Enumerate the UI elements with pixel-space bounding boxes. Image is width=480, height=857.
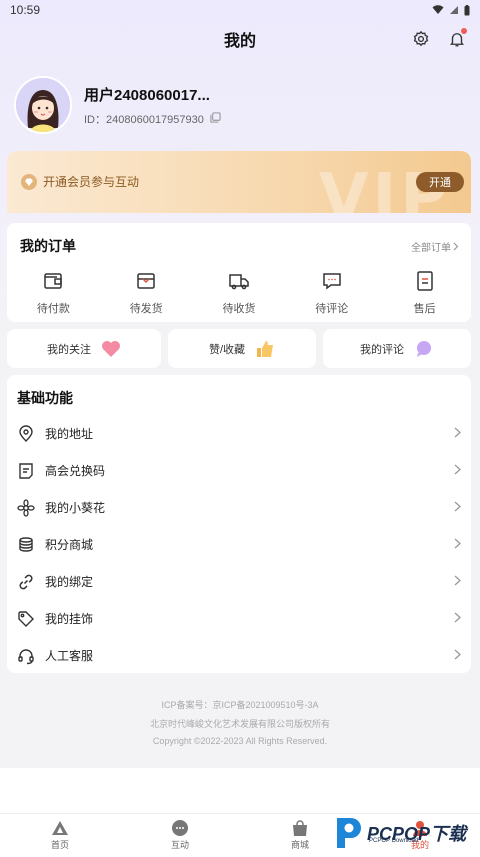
status-time: 10:59 xyxy=(10,3,41,17)
header: 我的 xyxy=(0,24,480,54)
basic-functions-title: 基础功能 xyxy=(17,390,73,406)
diamond-icon xyxy=(21,173,37,190)
tab-label: 首页 xyxy=(50,840,69,850)
username: 用户2408060017... xyxy=(84,86,210,104)
order-label: 待付款 xyxy=(36,303,70,315)
chevron-right-icon xyxy=(454,464,461,475)
ticket-icon xyxy=(19,462,33,479)
chevron-right-icon xyxy=(454,649,461,660)
tab-home[interactable]: 首页 xyxy=(0,814,120,857)
pcpop-watermark: PCPOP下载 PCPOP Download xyxy=(333,814,466,852)
pcpop-watermark-subtext: PCPOP Download xyxy=(369,838,419,844)
my-follow-label: 我的关注 xyxy=(47,343,91,356)
coins-icon xyxy=(19,536,33,552)
wallet-icon xyxy=(44,273,63,289)
menu-item-label: 我的小葵花 xyxy=(45,501,106,515)
copyright-notice: Copyright ©2022-2023 All Rights Reserved… xyxy=(152,736,328,746)
menu-item-label: 我的绑定 xyxy=(45,575,94,589)
signal-icon xyxy=(450,6,458,14)
menu-item-label: 我的挂饰 xyxy=(45,612,94,626)
headset-icon xyxy=(18,648,34,664)
chevron-right-icon xyxy=(454,575,461,586)
order-after-sales[interactable]: 售后 xyxy=(385,270,465,316)
battery-icon xyxy=(464,4,470,15)
menu-item-label: 高会兑换码 xyxy=(45,464,106,478)
menu-item-pendant[interactable]: 我的挂饰 xyxy=(7,600,471,637)
copy-icon xyxy=(210,111,221,123)
menu-item-redeem-code[interactable]: 高会兑换码 xyxy=(7,452,471,489)
my-follow-button[interactable]: 我的关注 xyxy=(7,329,161,368)
order-label: 待发货 xyxy=(129,303,163,315)
chevron-right-icon xyxy=(453,242,459,250)
vip-text: 开通会员参与互动 xyxy=(43,175,140,189)
settings-button[interactable] xyxy=(410,28,432,50)
company-copyright: 北京时代峰峻文化艺术发展有限公司版权所有 xyxy=(149,719,330,729)
link-icon xyxy=(19,574,33,589)
aftersale-icon xyxy=(416,271,433,291)
tab-label: 互动 xyxy=(170,840,189,850)
notification-button[interactable] xyxy=(446,28,468,50)
user-id: ID：2408060017957930 xyxy=(84,113,204,126)
order-pending-review[interactable]: 待评论 xyxy=(292,270,372,316)
package-icon xyxy=(137,273,155,289)
menu-item-label: 积分商城 xyxy=(45,538,94,552)
vip-open-button[interactable]: 开通 xyxy=(416,172,464,192)
chat-bubble-icon xyxy=(417,340,431,357)
likes-favorites-label: 赞/收藏 xyxy=(208,343,246,356)
tag-icon xyxy=(18,610,34,627)
copy-button[interactable] xyxy=(210,111,221,126)
vip-banner[interactable]: VIP 开通会员参与互动 开通 xyxy=(7,151,471,213)
pcpop-logo-icon xyxy=(337,818,361,848)
all-orders-label: 全部订单 xyxy=(411,242,451,254)
status-bar: 10:59 xyxy=(0,0,480,20)
wifi-icon xyxy=(432,5,444,14)
page-title: 我的 xyxy=(223,33,256,50)
notification-dot xyxy=(461,28,467,34)
basic-functions-card: 基础功能 我的地址 高会兑换码 我的小葵花 积分商城 我的绑定 我的挂饰 人工客… xyxy=(7,375,471,673)
tab-label: 商城 xyxy=(290,840,309,850)
my-comments-button[interactable]: 我的评论 xyxy=(323,329,471,368)
menu-item-sunflower[interactable]: 我的小葵花 xyxy=(7,489,471,526)
flower-icon xyxy=(17,498,35,517)
orders-card: 我的订单 全部订单 待付款 待发货 待收货 待评论 售后 xyxy=(7,223,471,322)
order-pending-receipt[interactable]: 待收货 xyxy=(199,270,279,316)
shopping-bag-icon xyxy=(293,820,307,836)
comment-icon xyxy=(323,273,341,290)
order-label: 售后 xyxy=(413,303,436,315)
order-label: 待收货 xyxy=(222,303,256,315)
menu-item-customer-service[interactable]: 人工客服 xyxy=(7,637,471,674)
chevron-right-icon xyxy=(454,501,461,512)
chevron-right-icon xyxy=(454,538,461,549)
my-comments-label: 我的评论 xyxy=(360,343,404,356)
menu-item-label: 我的地址 xyxy=(45,427,94,441)
truck-icon xyxy=(229,274,249,290)
order-pending-payment[interactable]: 待付款 xyxy=(13,270,93,316)
tab-interaction[interactable]: 互动 xyxy=(120,814,240,857)
interaction-icon xyxy=(172,820,188,836)
menu-item-binding[interactable]: 我的绑定 xyxy=(7,563,471,600)
likes-favorites-button[interactable]: 赞/收藏 xyxy=(168,329,316,368)
avatar-illustration xyxy=(16,78,70,132)
gear-icon xyxy=(413,30,429,47)
menu-item-label: 人工客服 xyxy=(45,649,94,663)
chevron-right-icon xyxy=(454,612,461,623)
orders-title: 我的订单 xyxy=(20,238,76,254)
chevron-right-icon xyxy=(454,427,461,438)
avatar[interactable] xyxy=(14,76,72,134)
menu-item-points-mall[interactable]: 积分商城 xyxy=(7,526,471,563)
location-icon xyxy=(19,424,33,442)
heart-icon xyxy=(102,340,120,357)
all-orders-link[interactable]: 全部订单 xyxy=(411,239,459,254)
order-pending-shipment[interactable]: 待发货 xyxy=(106,270,186,316)
home-icon xyxy=(52,821,68,835)
order-label: 待评论 xyxy=(315,303,349,315)
profile-section[interactable]: 用户2408060017... ID：2408060017957930 xyxy=(14,76,221,134)
thumbs-up-icon xyxy=(257,340,274,357)
icp-record: ICP备案号：京ICP备2021009510号-3A xyxy=(161,700,319,710)
menu-item-address[interactable]: 我的地址 xyxy=(7,415,471,452)
